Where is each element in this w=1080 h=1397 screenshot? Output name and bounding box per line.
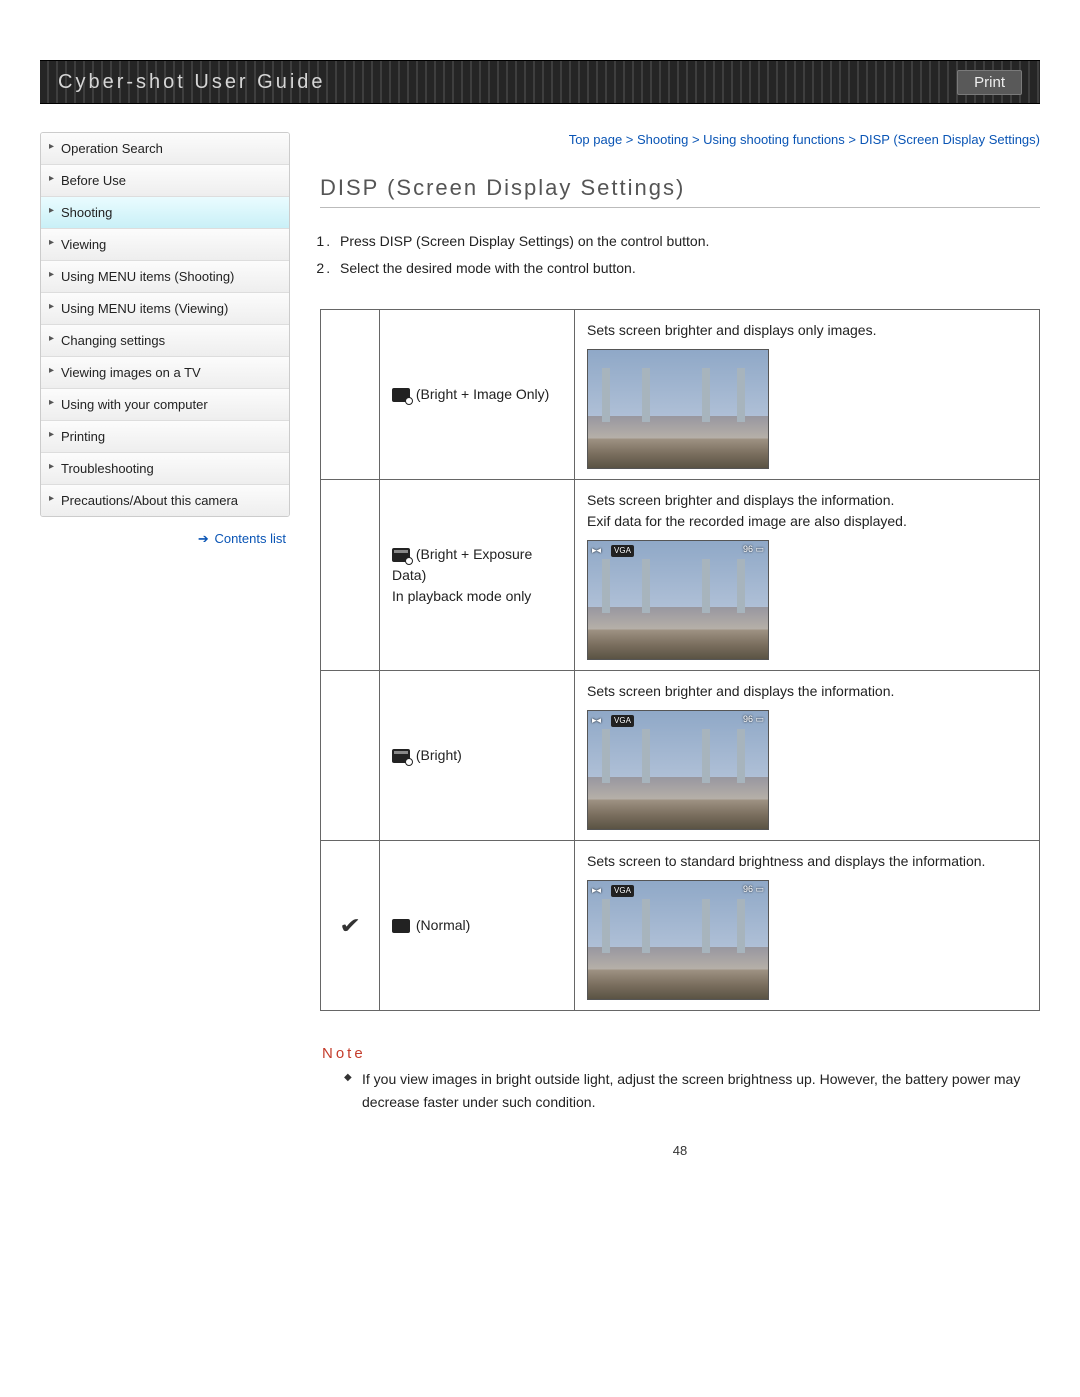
arrow-right-icon: ➔ bbox=[198, 531, 207, 546]
preview-thumbnail: ▸◂VGA96 ▭ bbox=[587, 880, 769, 1000]
mode-check-cell bbox=[321, 671, 380, 841]
sidebar-item[interactable]: Operation Search bbox=[41, 133, 289, 165]
mode-desc-cell: Sets screen to standard brightness and d… bbox=[575, 841, 1040, 1011]
mode-label-cell: (Bright + Exposure Data)In playback mode… bbox=[380, 480, 575, 671]
page-title: DISP (Screen Display Settings) bbox=[320, 175, 1040, 201]
preview-thumbnail bbox=[587, 349, 769, 469]
sidebar-item[interactable]: Troubleshooting bbox=[41, 453, 289, 485]
osd-right: 96 ▭ bbox=[743, 544, 764, 556]
osd-top: ▸◂VGA bbox=[592, 544, 764, 558]
preview-thumbnail: ▸◂VGA96 ▭ bbox=[587, 710, 769, 830]
osd-top: ▸◂VGA bbox=[592, 714, 764, 728]
sidebar-item[interactable]: Precautions/About this camera bbox=[41, 485, 289, 516]
sidebar-item[interactable]: Changing settings bbox=[41, 325, 289, 357]
osd-top: ▸◂VGA bbox=[592, 884, 764, 898]
contents-list-link[interactable]: ➔ Contents list bbox=[40, 517, 290, 547]
mode-check-cell bbox=[321, 310, 380, 480]
step-item: Select the desired mode with the control… bbox=[338, 255, 1040, 282]
preview-thumbnail: ▸◂VGA96 ▭ bbox=[587, 540, 769, 660]
display-mode-icon bbox=[392, 749, 410, 763]
sidebar-item[interactable]: Printing bbox=[41, 421, 289, 453]
note-item: If you view images in bright outside lig… bbox=[344, 1068, 1040, 1113]
table-row: (Bright)Sets screen brighter and display… bbox=[321, 671, 1040, 841]
breadcrumb[interactable]: Top page > Shooting > Using shooting fun… bbox=[320, 132, 1040, 147]
osd-right: 96 ▭ bbox=[743, 714, 764, 726]
steps-list: Press DISP (Screen Display Settings) on … bbox=[338, 228, 1040, 281]
note-list: If you view images in bright outside lig… bbox=[344, 1068, 1040, 1113]
sidebar-item[interactable]: Using MENU items (Shooting) bbox=[41, 261, 289, 293]
mode-check-cell: ✔ bbox=[321, 841, 380, 1011]
main-content: Top page > Shooting > Using shooting fun… bbox=[320, 132, 1040, 1158]
table-row: ✔ (Normal)Sets screen to standard bright… bbox=[321, 841, 1040, 1011]
table-row: (Bright + Image Only)Sets screen brighte… bbox=[321, 310, 1040, 480]
sidebar-item[interactable]: Shooting bbox=[41, 197, 289, 229]
page-number: 48 bbox=[320, 1143, 1040, 1158]
sidebar-list: Operation SearchBefore UseShootingViewin… bbox=[40, 132, 290, 517]
checkmark-icon: ✔ bbox=[339, 909, 361, 942]
osd-right: 96 ▭ bbox=[743, 884, 764, 896]
step-item: Press DISP (Screen Display Settings) on … bbox=[338, 228, 1040, 255]
mode-label-cell: (Normal) bbox=[380, 841, 575, 1011]
modes-table: (Bright + Image Only)Sets screen brighte… bbox=[320, 309, 1040, 1011]
mode-check-cell bbox=[321, 480, 380, 671]
mode-desc-cell: Sets screen brighter and displays the in… bbox=[575, 480, 1040, 671]
mode-label-cell: (Bright) bbox=[380, 671, 575, 841]
title-underline bbox=[320, 207, 1040, 208]
sidebar-item[interactable]: Viewing bbox=[41, 229, 289, 261]
print-button[interactable]: Print bbox=[957, 70, 1022, 95]
header-title: Cyber-shot User Guide bbox=[58, 71, 326, 94]
sidebar-item[interactable]: Viewing images on a TV bbox=[41, 357, 289, 389]
header-bar: Cyber-shot User Guide Print bbox=[40, 60, 1040, 104]
note-title: Note bbox=[322, 1045, 1040, 1062]
sidebar-item[interactable]: Using MENU items (Viewing) bbox=[41, 293, 289, 325]
display-mode-icon bbox=[392, 919, 410, 933]
table-row: (Bright + Exposure Data)In playback mode… bbox=[321, 480, 1040, 671]
sidebar-item[interactable]: Using with your computer bbox=[41, 389, 289, 421]
display-mode-icon bbox=[392, 548, 410, 562]
sidebar-item[interactable]: Before Use bbox=[41, 165, 289, 197]
display-mode-icon bbox=[392, 388, 410, 402]
sidebar: Operation SearchBefore UseShootingViewin… bbox=[40, 132, 290, 547]
mode-desc-cell: Sets screen brighter and displays the in… bbox=[575, 671, 1040, 841]
mode-label-cell: (Bright + Image Only) bbox=[380, 310, 575, 480]
mode-desc-cell: Sets screen brighter and displays only i… bbox=[575, 310, 1040, 480]
